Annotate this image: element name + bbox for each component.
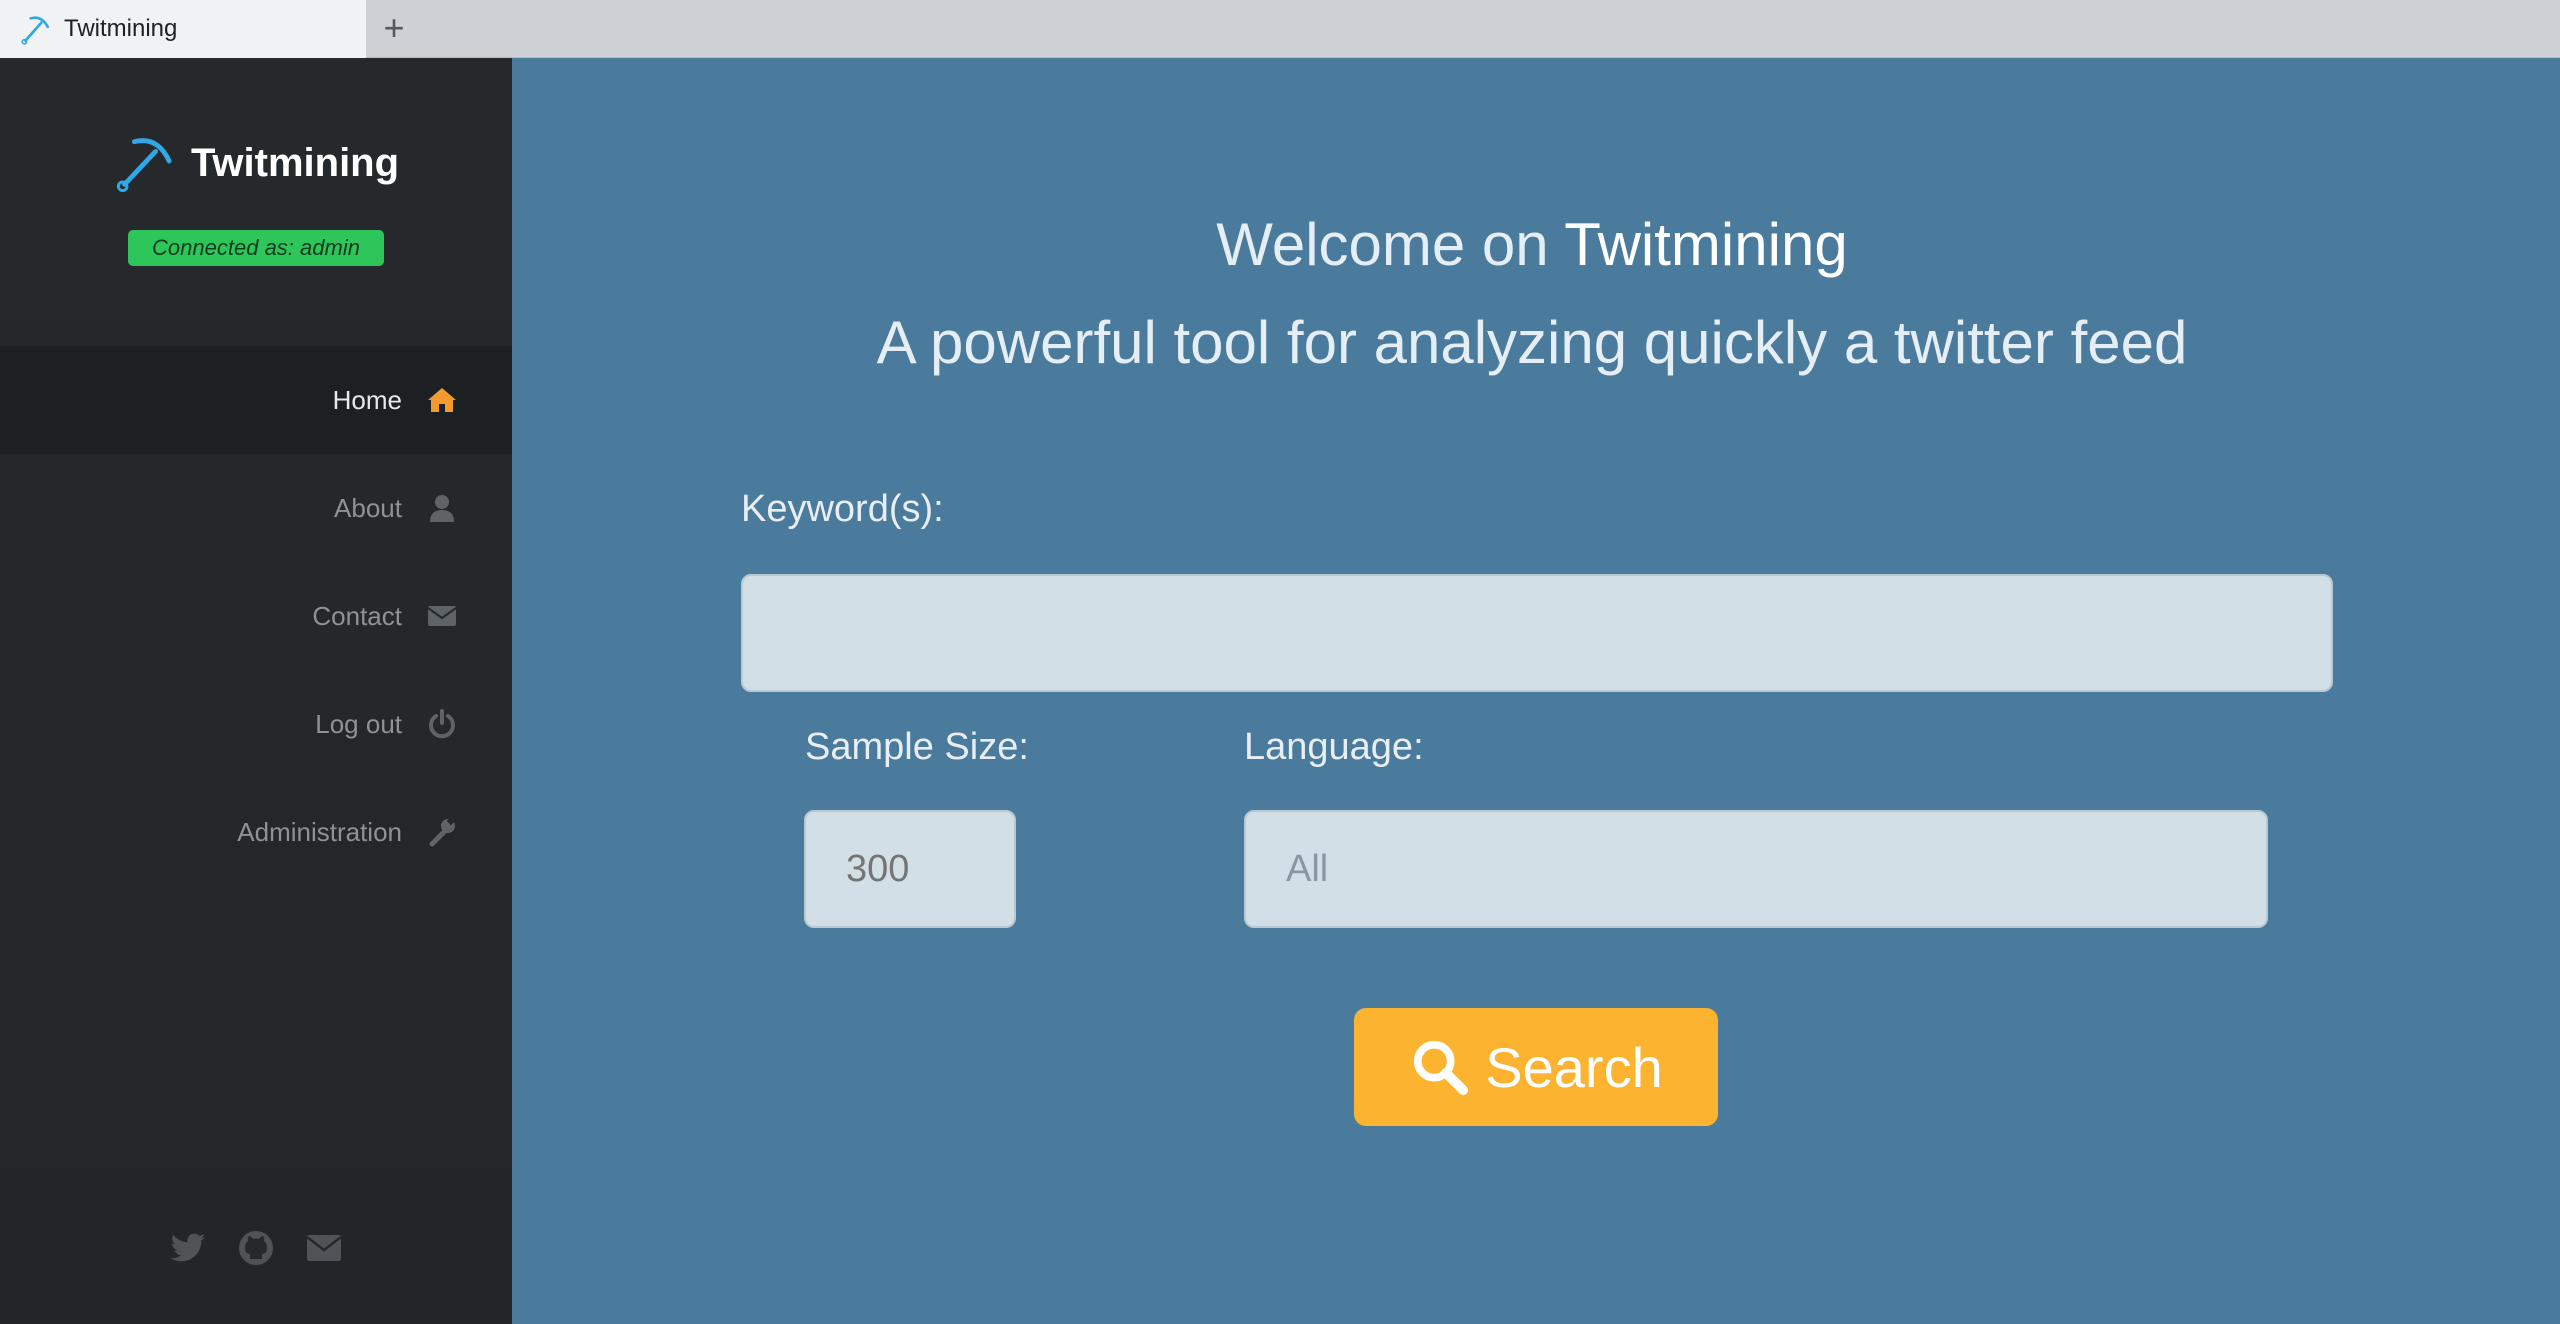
- browser-tab[interactable]: Twitmining: [0, 0, 366, 58]
- user-icon: [430, 495, 454, 522]
- browser-tab-bar: Twitmining +: [0, 0, 2560, 58]
- sidebar-item-about[interactable]: About: [0, 454, 512, 562]
- sidebar-item-label: About: [334, 492, 402, 523]
- brand[interactable]: Twitmining: [0, 128, 512, 198]
- pickaxe-icon: [21, 16, 50, 45]
- sidebar-item-logout[interactable]: Log out: [0, 670, 512, 778]
- wrench-icon: [429, 816, 456, 847]
- keyword-label: Keyword(s):: [741, 488, 944, 530]
- sidebar-item-home[interactable]: Home: [0, 346, 512, 454]
- envelope-icon: [427, 606, 457, 626]
- welcome-heading: Welcome on Twitmining: [512, 210, 2552, 279]
- tab-title: Twitmining: [64, 15, 178, 42]
- brand-title: Twitmining: [190, 140, 400, 185]
- search-icon: [1414, 1040, 1469, 1096]
- sidebar-nav: Home About Contact Log out Administratio…: [0, 346, 512, 886]
- sidebar: Twitmining Connected as: admin Home Abou…: [0, 58, 512, 1324]
- main-content: Welcome on Twitmining A powerful tool fo…: [512, 58, 2560, 1324]
- search-button-label: Search: [1485, 1035, 1663, 1099]
- social-links: [0, 1228, 512, 1272]
- language-label: Language:: [1244, 726, 1424, 768]
- new-tab-button[interactable]: +: [374, 8, 414, 48]
- twitter-icon[interactable]: [168, 1228, 208, 1268]
- sidebar-item-administration[interactable]: Administration: [0, 778, 512, 886]
- welcome-brand: Twitmining: [1564, 211, 1848, 278]
- pickaxe-icon: [116, 138, 172, 193]
- sidebar-item-label: Contact: [312, 600, 402, 631]
- power-icon: [429, 709, 455, 739]
- welcome-prefix: Welcome on: [1216, 211, 1549, 278]
- language-select[interactable]: All: [1244, 810, 2268, 928]
- sidebar-item-label: Home: [332, 384, 402, 415]
- sidebar-item-contact[interactable]: Contact: [0, 562, 512, 670]
- home-icon: [428, 388, 456, 412]
- sample-size-input[interactable]: [804, 810, 1016, 928]
- search-button[interactable]: Search: [1354, 1008, 1718, 1126]
- envelope-icon[interactable]: [304, 1228, 344, 1268]
- keyword-input[interactable]: [741, 574, 2333, 692]
- language-selected-value: All: [1286, 847, 1329, 890]
- sidebar-item-label: Administration: [237, 816, 402, 847]
- sample-size-label: Sample Size:: [805, 726, 1029, 768]
- github-icon[interactable]: [236, 1228, 276, 1268]
- sidebar-item-label: Log out: [315, 708, 402, 739]
- connected-badge: Connected as: admin: [128, 230, 384, 266]
- tagline: A powerful tool for analyzing quickly a …: [876, 309, 2188, 376]
